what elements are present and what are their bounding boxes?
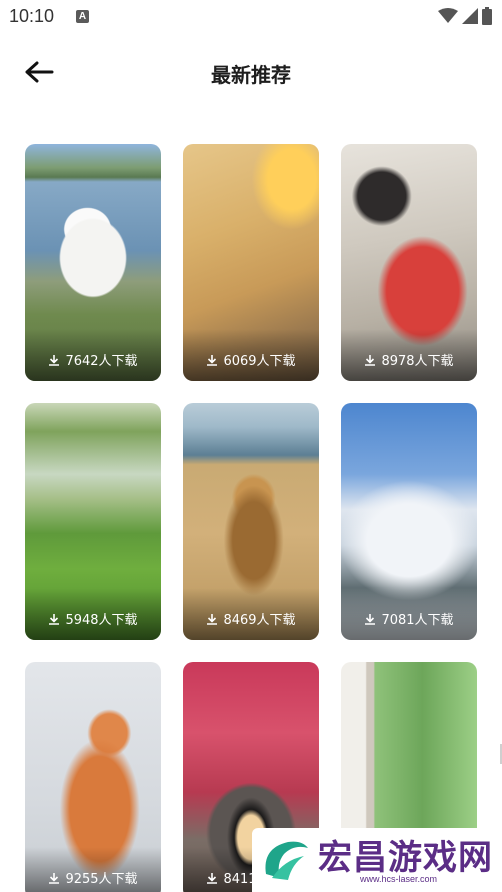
wifi-icon xyxy=(438,8,458,23)
download-count: 8469人下载 xyxy=(183,609,319,628)
download-icon xyxy=(365,354,376,366)
download-icon xyxy=(207,354,218,366)
wallpaper-card[interactable]: 9255人下载 xyxy=(25,662,161,892)
download-count: 7642人下载 xyxy=(25,350,161,369)
watermark-title: 宏昌游戏网 xyxy=(318,838,493,878)
watermark-logo-icon xyxy=(265,841,308,880)
watermark-url: www.hcs-laser.com xyxy=(360,874,438,884)
download-icon xyxy=(365,613,376,625)
page-title: 最新推荐 xyxy=(211,63,291,87)
status-bar: 10:10 A xyxy=(0,0,502,34)
wallpaper-card[interactable]: 7081人下载 xyxy=(341,403,477,640)
status-time: 10:10 xyxy=(9,6,55,26)
status-icons xyxy=(438,7,492,25)
notification-icon: A xyxy=(76,10,89,23)
download-count: 7081人下载 xyxy=(341,609,477,628)
download-icon xyxy=(49,872,60,884)
download-count: 9255人下载 xyxy=(25,868,161,887)
signal-icon xyxy=(462,8,478,24)
download-icon xyxy=(49,613,60,625)
download-count: 6069人下载 xyxy=(183,350,319,369)
wallpaper-card[interactable]: 8469人下载 xyxy=(183,403,319,640)
download-count: 5948人下载 xyxy=(25,609,161,628)
download-count: 8978人下载 xyxy=(341,350,477,369)
watermark-banner: 宏昌游戏网 www.hcs-laser.com xyxy=(252,828,502,892)
download-icon xyxy=(207,613,218,625)
app-header: 最新推荐 xyxy=(0,40,502,104)
battery-icon xyxy=(482,7,492,25)
download-icon xyxy=(49,354,60,366)
wallpaper-card[interactable]: 5948人下载 xyxy=(25,403,161,640)
wallpaper-card[interactable]: 7642人下载 xyxy=(25,144,161,381)
download-icon xyxy=(207,872,218,884)
wallpaper-card[interactable]: 8978人下载 xyxy=(341,144,477,381)
wallpaper-card[interactable]: 6069人下载 xyxy=(183,144,319,381)
